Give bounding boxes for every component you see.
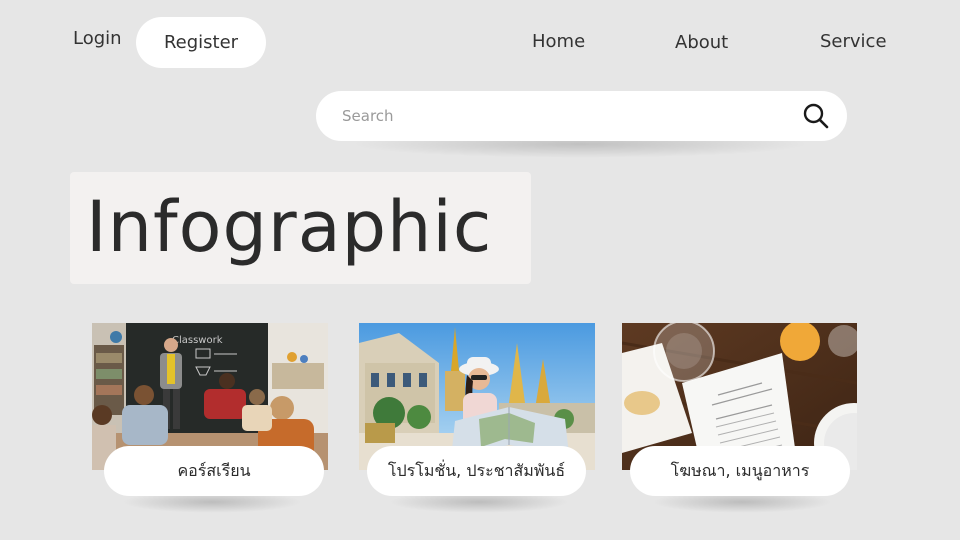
nav-link-about[interactable]: About — [675, 32, 728, 53]
nav-link-home[interactable]: Home — [532, 31, 585, 52]
register-button[interactable]: Register — [136, 17, 266, 68]
card-advertising[interactable]: โฆษณา, เมนูอาหาร — [622, 323, 857, 513]
search-input[interactable] — [342, 91, 782, 141]
nav-link-service[interactable]: Service — [820, 31, 887, 52]
svg-text:Classwork: Classwork — [172, 335, 223, 346]
title-box: Infographic — [70, 172, 531, 284]
card-label-promotion[interactable]: โปรโมชั่น, ประชาสัมพันธ์ — [367, 446, 586, 496]
card-label-courses[interactable]: คอร์สเรียน — [104, 446, 324, 496]
search-icon[interactable] — [802, 102, 830, 130]
register-button-label: Register — [163, 32, 239, 53]
card-courses[interactable]: Classwork คอร์สเรียน — [92, 323, 328, 513]
card-label-advertising[interactable]: โฆษณา, เมนูอาหาร — [630, 446, 850, 496]
card-promotion[interactable]: โปรโมชั่น, ประชาสัมพันธ์ — [359, 323, 595, 513]
page-title: Infographic — [86, 186, 493, 268]
login-link[interactable]: Login — [73, 28, 122, 49]
search-bar — [316, 91, 847, 141]
